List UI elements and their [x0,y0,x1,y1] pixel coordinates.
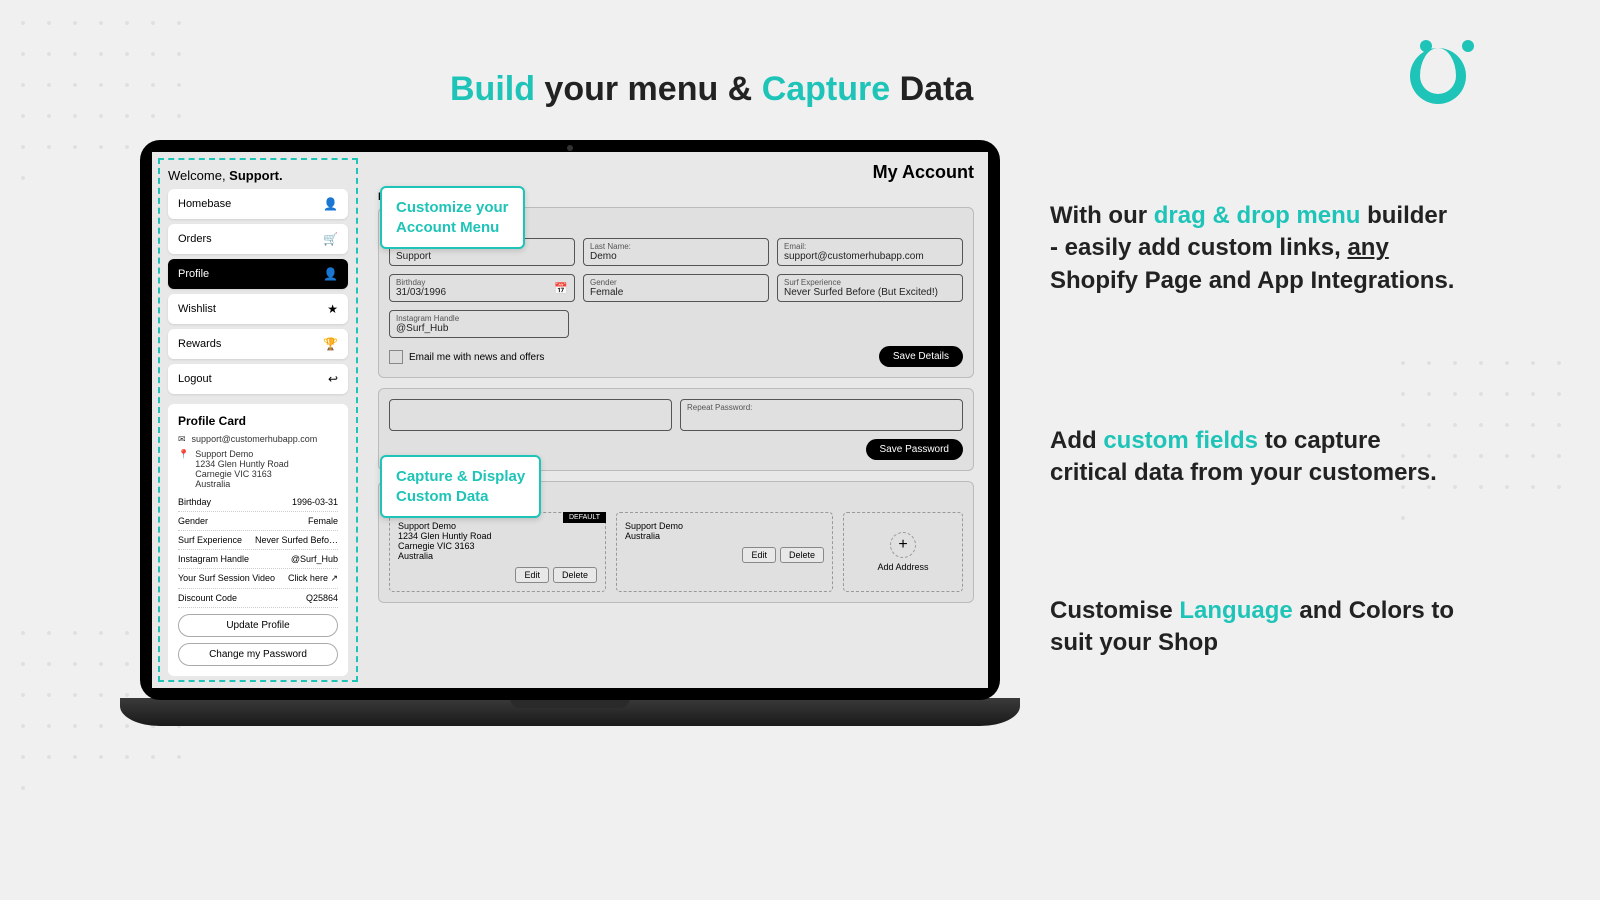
delete-address-button[interactable]: Delete [780,547,824,563]
logout-icon: ↩ [328,372,338,386]
gender-field[interactable]: GenderFemale [583,274,769,302]
user-icon: 👤 [323,267,338,281]
menu-homebase[interactable]: Homebase👤 [168,189,348,219]
newsletter-checkbox-wrap[interactable]: Email me with news and offers [389,350,544,364]
user-icon: 👤 [323,197,338,211]
trophy-icon: 🏆 [323,337,338,351]
address-1: DEFAULT Support Demo 1234 Glen Huntly Ro… [389,512,606,592]
menu-orders[interactable]: Orders🛒 [168,224,348,254]
delete-address-button[interactable]: Delete [553,567,597,583]
mail-icon: ✉ [178,434,186,445]
default-badge: DEFAULT [563,512,606,523]
account-sidebar: Welcome, Support. Homebase👤 Orders🛒 Prof… [158,158,358,682]
birthday-field[interactable]: Birthday31/03/1996📅 [389,274,575,302]
menu-profile[interactable]: Profile👤 [168,259,348,289]
add-address-button[interactable]: + Add Address [843,512,963,592]
pc-row: Birthday1996-03-31 [178,493,338,512]
profile-card-title: Profile Card [178,414,338,428]
headline-capture: Capture [762,70,890,108]
menu-logout[interactable]: Logout↩ [168,364,348,394]
callout-capture-data: Capture & Display Custom Data [380,455,541,518]
profile-card: Profile Card ✉support@customerhubapp.com… [168,404,348,676]
surf-experience-field[interactable]: Surf ExperienceNever Surfed Before (But … [777,274,963,302]
page-title: My Account [378,162,974,183]
email-field[interactable]: Email:support@customerhubapp.com [777,238,963,266]
profile-address: 📍Support Demo1234 Glen Huntly RoadCarneg… [178,449,338,489]
checkbox-icon [389,350,403,364]
headline-data: Data [890,70,973,108]
repeat-password-field[interactable]: Repeat Password: [680,399,963,431]
laptop-frame: Welcome, Support. Homebase👤 Orders🛒 Prof… [120,140,1020,760]
edit-address-button[interactable]: Edit [742,547,776,563]
headline-mid: your menu & [535,70,762,108]
calendar-icon: 📅 [554,282,568,295]
side-text-1: With our drag & drop menu builder - easi… [1050,200,1460,297]
pc-row: Surf ExperienceNever Surfed Befo… [178,531,338,550]
save-password-button[interactable]: Save Password [866,439,963,460]
app-screen: Welcome, Support. Homebase👤 Orders🛒 Prof… [152,152,988,688]
pc-row: Your Surf Session VideoClick here ↗ [178,569,338,589]
profile-email: ✉support@customerhubapp.com [178,434,338,445]
menu-rewards[interactable]: Rewards🏆 [168,329,348,359]
pin-icon: 📍 [178,449,189,460]
star-icon: ★ [327,302,338,316]
brand-logo [1410,40,1480,110]
cart-icon: 🛒 [323,232,338,246]
menu-wishlist[interactable]: Wishlist★ [168,294,348,324]
pc-row: GenderFemale [178,512,338,531]
password-field[interactable] [389,399,672,431]
newsletter-label: Email me with news and offers [409,351,544,362]
instagram-field[interactable]: Instagram Handle@Surf_Hub [389,310,569,338]
last-name-field[interactable]: Last Name:Demo [583,238,769,266]
edit-address-button[interactable]: Edit [515,567,549,583]
headline: Build your menu & Capture Data [450,70,973,109]
address-2: Support Demo Australia EditDelete [616,512,833,592]
headline-build: Build [450,70,535,108]
save-details-button[interactable]: Save Details [879,346,963,367]
side-text-3: Customise Language and Colors to suit yo… [1050,595,1460,660]
side-text-2: Add custom fields to capture critical da… [1050,425,1460,490]
pc-row: Instagram Handle@Surf_Hub [178,550,338,569]
pc-row: Discount CodeQ25864 [178,589,338,608]
callout-customize-menu: Customize your Account Menu [380,186,525,249]
plus-icon: + [890,532,916,558]
welcome-text: Welcome, Support. [168,168,348,183]
update-profile-button[interactable]: Update Profile [178,614,338,637]
change-password-button[interactable]: Change my Password [178,643,338,666]
